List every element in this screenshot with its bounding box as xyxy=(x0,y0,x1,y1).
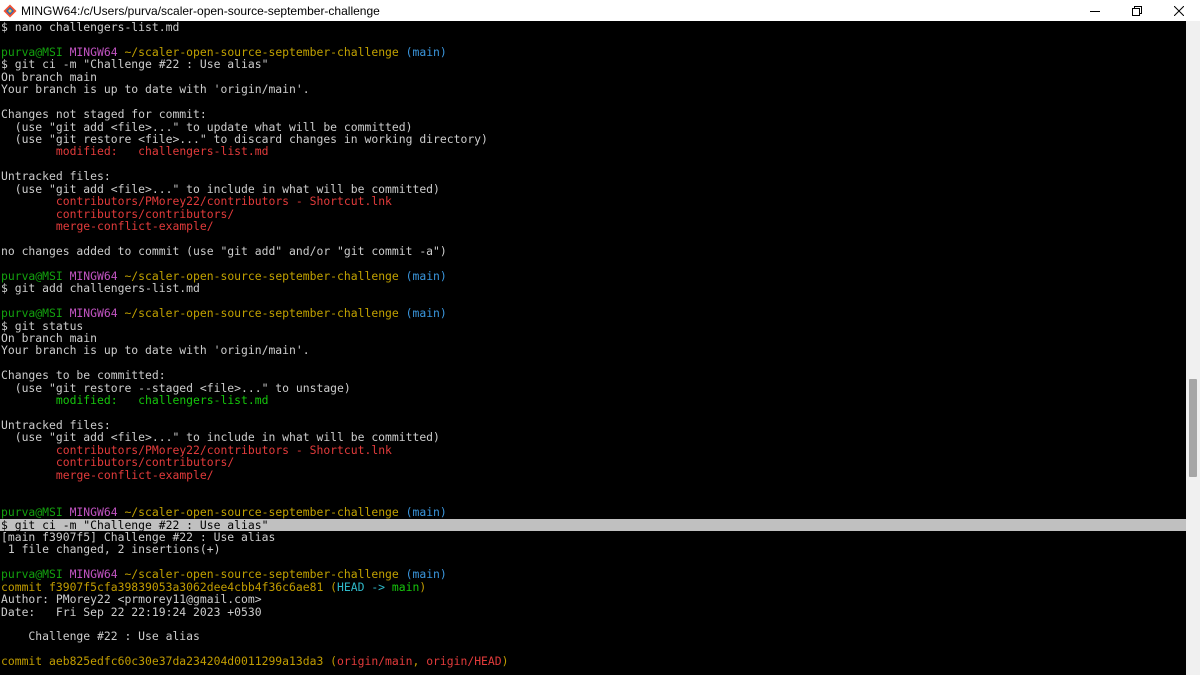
terminal-text: HEAD -> xyxy=(337,579,392,594)
terminal-text: Your branch is up to date with 'origin/m… xyxy=(1,82,310,97)
terminal-text: ( xyxy=(330,579,338,594)
terminal-text: $ nano challengers-list.md xyxy=(1,21,180,34)
git-bash-icon xyxy=(3,4,17,18)
terminal-line: $ git add challengers-list.md xyxy=(0,282,1186,294)
terminal-text: (main) xyxy=(398,505,447,520)
terminal-text: (main) xyxy=(398,268,447,283)
terminal-text: merge-conflict-example/ xyxy=(55,219,214,233)
scrollbar-thumb[interactable] xyxy=(1189,379,1197,477)
terminal-text: (main) xyxy=(398,44,447,59)
terminal-text: commit aeb825edfc60c30e37da234204d001129… xyxy=(1,654,331,669)
terminal-text: , xyxy=(412,654,427,669)
terminal-line: merge-conflict-example/ xyxy=(0,220,1186,232)
terminal-line: 1 file changed, 2 insertions(+) xyxy=(0,543,1186,555)
terminal-line: Your branch is up to date with 'origin/m… xyxy=(0,83,1186,95)
restore-button[interactable] xyxy=(1116,0,1158,21)
terminal-output[interactable]: $ nano challengers-list.md purva@MSI MING… xyxy=(0,21,1186,675)
window-controls xyxy=(1074,0,1200,21)
terminal-line: $ nano challengers-list.md xyxy=(0,21,1186,33)
terminal-text: origin/HEAD xyxy=(426,654,502,669)
minimize-icon xyxy=(1090,10,1100,12)
terminal-line: Challenge #22 : Use alias xyxy=(0,630,1186,642)
terminal-text: 1 file changed, 2 insertions(+) xyxy=(1,542,221,557)
terminal-text: Your branch is up to date with 'origin/m… xyxy=(1,343,310,358)
terminal-text: Date: Fri Sep 22 22:19:24 2023 +0530 xyxy=(1,604,262,619)
terminal-line: Your branch is up to date with 'origin/m… xyxy=(0,344,1186,356)
terminal-text: $ git add challengers-list.md xyxy=(1,281,200,296)
terminal-text: ) xyxy=(419,579,427,594)
terminal-window: MINGW64:/c/Users/purva/scaler-open-sourc… xyxy=(0,0,1200,675)
terminal-text: no changes added to commit (use "git add… xyxy=(1,243,447,258)
terminal-text: (main) xyxy=(398,306,447,321)
terminal-text: ( xyxy=(330,654,338,669)
terminal-line: purva@MSI MINGW64 ~/scaler-open-source-s… xyxy=(0,307,1186,319)
terminal-line: modified: challengers-list.md xyxy=(0,145,1186,157)
terminal-text: ) xyxy=(501,654,509,669)
terminal-line: merge-conflict-example/ xyxy=(0,469,1186,481)
vertical-scrollbar[interactable] xyxy=(1186,21,1200,675)
terminal-text: ~/scaler-open-source-september-challenge xyxy=(124,306,399,321)
terminal-line: Date: Fri Sep 22 22:19:24 2023 +0530 xyxy=(0,604,1186,619)
terminal-line: no changes added to commit (use "git add… xyxy=(0,245,1186,257)
restore-icon xyxy=(1132,5,1142,16)
minimize-button[interactable] xyxy=(1074,0,1116,21)
terminal-text: merge-conflict-example/ xyxy=(55,467,214,482)
terminal-text: modified: challengers-list.md xyxy=(55,393,269,408)
title-bar[interactable]: MINGW64:/c/Users/purva/scaler-open-sourc… xyxy=(0,0,1200,21)
close-icon xyxy=(1174,5,1184,16)
terminal-text: main xyxy=(391,579,420,594)
terminal-line: $ git status xyxy=(0,319,1186,332)
terminal-text: Challenge #22 : Use alias xyxy=(1,629,200,644)
terminal-line: modified: challengers-list.md xyxy=(0,394,1186,406)
terminal-text: modified: challengers-list.md xyxy=(55,144,269,159)
window-title: MINGW64:/c/Users/purva/scaler-open-sourc… xyxy=(21,3,380,18)
terminal-line: commit aeb825edfc60c30e37da234204d001129… xyxy=(0,655,1186,667)
terminal-line: $ git ci -m "Challenge #22 : Use alias" xyxy=(0,58,1186,70)
terminal-text: origin/main xyxy=(337,654,413,669)
close-button[interactable] xyxy=(1158,0,1200,21)
